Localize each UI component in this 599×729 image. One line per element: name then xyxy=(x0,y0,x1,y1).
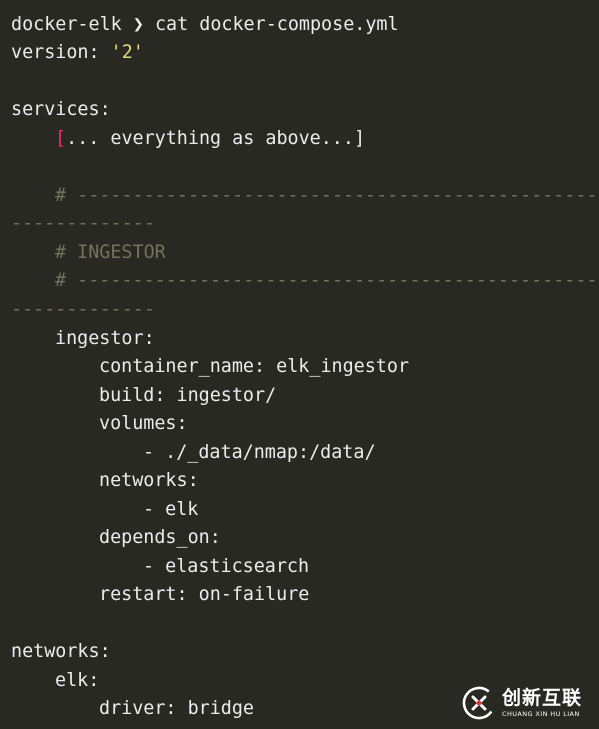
placeholder-close-bracket: ] xyxy=(353,128,366,149)
prompt-symbol: ❯ xyxy=(132,14,144,35)
watermark-logo: 创新互联 CHUANG XIN HU LIAN xyxy=(462,683,597,723)
placeholder-text: ... everything as above... xyxy=(66,128,354,149)
version-key: version: xyxy=(11,42,100,63)
build-line: build: ingestor/ xyxy=(99,385,277,406)
comment-rule-bottom-wrap: ------------- xyxy=(11,299,155,320)
depends-on-key: depends_on: xyxy=(99,527,221,548)
comment-dashes: ----------------------------------------… xyxy=(77,270,599,291)
prompt-directory: docker-elk xyxy=(11,14,122,35)
comment-rule-top-wrap: ------------- xyxy=(11,213,155,234)
section-comment: # INGESTOR xyxy=(55,242,166,263)
elk-network-key: elk: xyxy=(55,670,100,691)
networks-key: networks: xyxy=(11,641,111,662)
version-line: version: '2' xyxy=(11,39,144,67)
watermark-name: 创新互联 xyxy=(502,686,583,709)
services-line: services: xyxy=(11,99,111,120)
watermark-logo-icon xyxy=(462,686,496,720)
service-networks-key: networks: xyxy=(99,470,199,491)
volume-item: - ./_data/nmap:/data/ xyxy=(143,442,376,463)
container-name-line: container_name: elk_ingestor xyxy=(99,356,410,377)
restart-line: restart: on-failure xyxy=(99,584,310,605)
watermark-pinyin: CHUANG XIN HU LIAN xyxy=(502,709,580,718)
ingestor-key: ingestor: xyxy=(55,328,155,349)
comment-hash: # xyxy=(55,185,78,206)
comment-dashes: ----------------------------------------… xyxy=(77,185,599,206)
depends-on-item: - elasticsearch xyxy=(143,556,310,577)
volumes-key: volumes: xyxy=(99,413,188,434)
prompt-line: docker-elk ❯ cat docker-compose.yml xyxy=(11,11,399,39)
comment-hash: # xyxy=(55,270,78,291)
driver-line: driver: bridge xyxy=(99,698,255,719)
placeholder-line: [... everything as above...] xyxy=(55,125,365,153)
placeholder-open-bracket: [ xyxy=(55,128,67,149)
command-text: cat docker-compose.yml xyxy=(154,14,399,35)
network-item: - elk xyxy=(143,499,199,520)
comment-rule-top: # --------------------------------------… xyxy=(55,182,599,210)
version-value: '2' xyxy=(110,42,144,63)
comment-rule-bottom: # --------------------------------------… xyxy=(55,267,599,295)
terminal-window[interactable]: docker-elk ❯ cat docker-compose.yml vers… xyxy=(0,0,599,729)
